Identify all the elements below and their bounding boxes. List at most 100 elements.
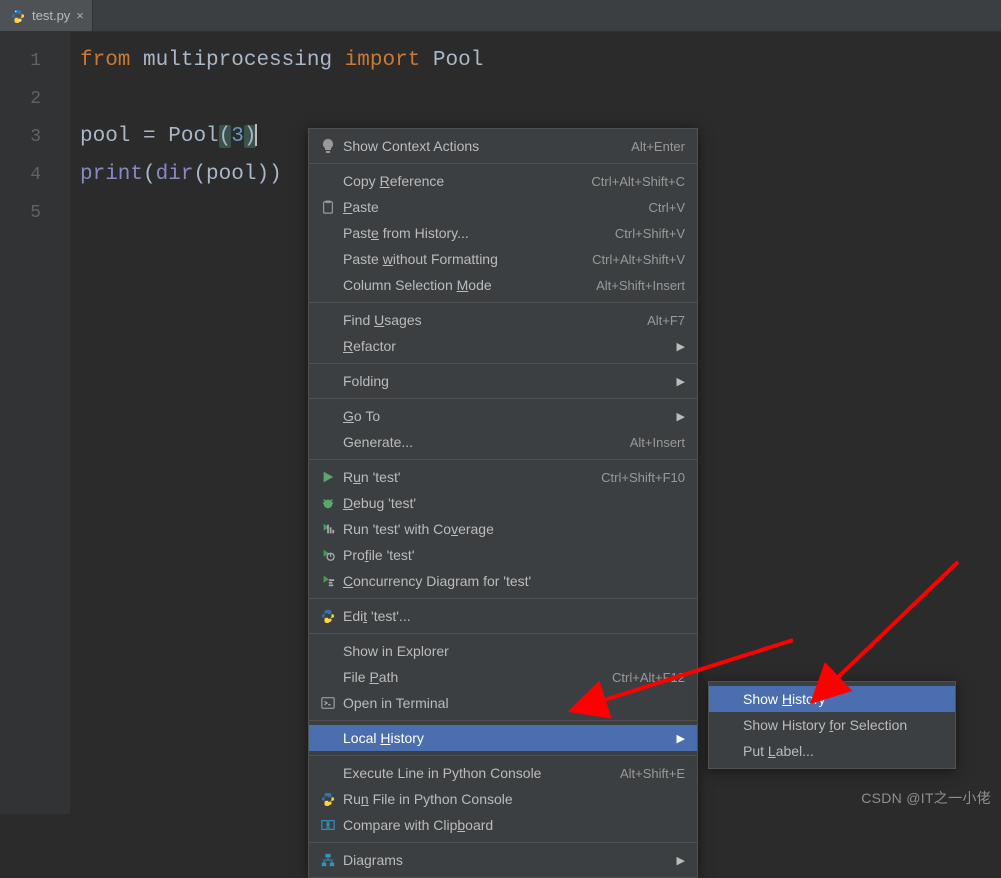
menu-item-label: File Path [339,669,612,685]
menu-item-label: Execute Line in Python Console [339,765,620,781]
menu-item-shortcut: Ctrl+Alt+Shift+C [591,174,685,189]
line-gutter: 1 2 3 4 5 [0,32,70,814]
menu-item-label: Show History for Selection [739,717,943,733]
menu-item-label: Local History [339,730,667,746]
menu-item[interactable]: Run 'test' with Coverage [309,516,697,542]
menu-item[interactable]: Paste from History...Ctrl+Shift+V [309,220,697,246]
context-submenu[interactable]: Show History Show History for Selection Pu… [708,681,956,769]
menu-item-shortcut: Alt+Insert [630,435,685,450]
menu-item-label: Paste [339,199,649,215]
menu-item-label: Find Usages [339,312,647,328]
text-caret [255,124,257,146]
menu-item[interactable]: Execute Line in Python ConsoleAlt+Shift+… [309,760,697,786]
submenu-arrow-icon: ▶ [677,854,685,867]
menu-item-shortcut: Ctrl+Alt+F12 [612,670,685,685]
submenu-arrow-icon: ▶ [677,732,685,745]
menu-item-label: Run 'test' with Coverage [339,521,685,537]
python-icon [317,792,339,806]
menu-item[interactable]: Show History for Selection [709,712,955,738]
menu-item-label: Copy Reference [339,173,591,189]
menu-separator [309,459,697,460]
menu-item[interactable]: Concurrency Diagram for 'test' [309,568,697,594]
menu-item-shortcut: Ctrl+Shift+V [615,226,685,241]
menu-item-label: Generate... [339,434,630,450]
menu-item-shortcut: Alt+Shift+Insert [596,278,685,293]
menu-item[interactable]: Show Context ActionsAlt+Enter [309,133,697,159]
compare-icon [317,818,339,832]
menu-separator [309,398,697,399]
editor-tab[interactable]: test.py × [0,0,93,31]
menu-separator [309,363,697,364]
menu-item[interactable]: Copy ReferenceCtrl+Alt+Shift+C [309,168,697,194]
menu-item[interactable]: Run File in Python Console [309,786,697,812]
menu-item-shortcut: Ctrl+Shift+F10 [601,470,685,485]
submenu-arrow-icon: ▶ [677,340,685,353]
menu-item[interactable]: Edit 'test'... [309,603,697,629]
menu-item-label: Compare with Clipboard [339,817,685,833]
menu-item[interactable]: Put Label... [709,738,955,764]
menu-item[interactable]: Folding▶ [309,368,697,394]
context-menu[interactable]: Show Context ActionsAlt+Enter Copy Refere… [308,128,698,878]
concurrency-icon [317,574,339,588]
menu-item[interactable]: Compare with Clipboard [309,812,697,838]
coverage-icon [317,522,339,536]
code-line-1: from multiprocessing import Pool [80,42,1001,80]
menu-item-label: Show History [739,691,943,707]
tab-bar: test.py × [0,0,1001,32]
code-line-2 [80,80,1001,118]
menu-item-label: Profile 'test' [339,547,685,563]
menu-item[interactable]: Show in Explorer [309,638,697,664]
menu-item[interactable]: File PathCtrl+Alt+F12 [309,664,697,690]
menu-item[interactable]: Refactor ▶ [309,333,697,359]
menu-item-label: Paste without Formatting [339,251,592,267]
menu-item[interactable]: Run 'test'Ctrl+Shift+F10 [309,464,697,490]
bulb-icon [317,138,339,154]
menu-item-label: Put Label... [739,743,943,759]
menu-item-label: Debug 'test' [339,495,685,511]
menu-item[interactable]: Go To ▶ [309,403,697,429]
terminal-icon [317,696,339,710]
watermark: CSDN @IT之一小佬 [861,788,991,808]
menu-item[interactable]: Debug 'test' [309,490,697,516]
run-icon [317,470,339,484]
submenu-arrow-icon: ▶ [677,410,685,423]
diagram-icon [317,853,339,867]
profile-icon [317,548,339,562]
menu-item-label: Refactor [339,338,667,354]
menu-item[interactable]: PasteCtrl+V [309,194,697,220]
menu-item[interactable]: Find UsagesAlt+F7 [309,307,697,333]
menu-item-shortcut: Alt+Shift+E [620,766,685,781]
menu-separator [309,302,697,303]
menu-item-shortcut: Ctrl+V [649,200,685,215]
menu-item-label: Show in Explorer [339,643,685,659]
submenu-arrow-icon: ▶ [677,375,685,388]
menu-item[interactable]: Generate...Alt+Insert [309,429,697,455]
menu-item-label: Show Context Actions [339,138,631,154]
menu-item-label: Run 'test' [339,469,601,485]
python-file-icon [10,8,26,24]
menu-item-label: Run File in Python Console [339,791,685,807]
paste-icon [317,200,339,214]
menu-separator [309,842,697,843]
menu-item-label: Column Selection Mode [339,277,596,293]
menu-item[interactable]: Open in Terminal [309,690,697,716]
menu-separator [309,598,697,599]
menu-item-shortcut: Alt+Enter [631,139,685,154]
tab-filename: test.py [32,8,70,23]
menu-item[interactable]: Column Selection ModeAlt+Shift+Insert [309,272,697,298]
menu-item-label: Open in Terminal [339,695,685,711]
menu-item-label: Edit 'test'... [339,608,685,624]
menu-item[interactable]: Profile 'test' [309,542,697,568]
menu-item[interactable]: Show History [709,686,955,712]
menu-separator [309,755,697,756]
menu-item-label: Paste from History... [339,225,615,241]
menu-item-label: Diagrams [339,852,667,868]
tab-close-icon[interactable]: × [76,9,84,22]
menu-item[interactable]: Local History ▶ [309,725,697,751]
debug-icon [317,496,339,510]
menu-item-label: Go To [339,408,667,424]
menu-item[interactable]: Diagrams ▶ [309,847,697,873]
menu-item[interactable]: Paste without FormattingCtrl+Alt+Shift+V [309,246,697,272]
menu-separator [309,163,697,164]
python-icon [317,609,339,623]
